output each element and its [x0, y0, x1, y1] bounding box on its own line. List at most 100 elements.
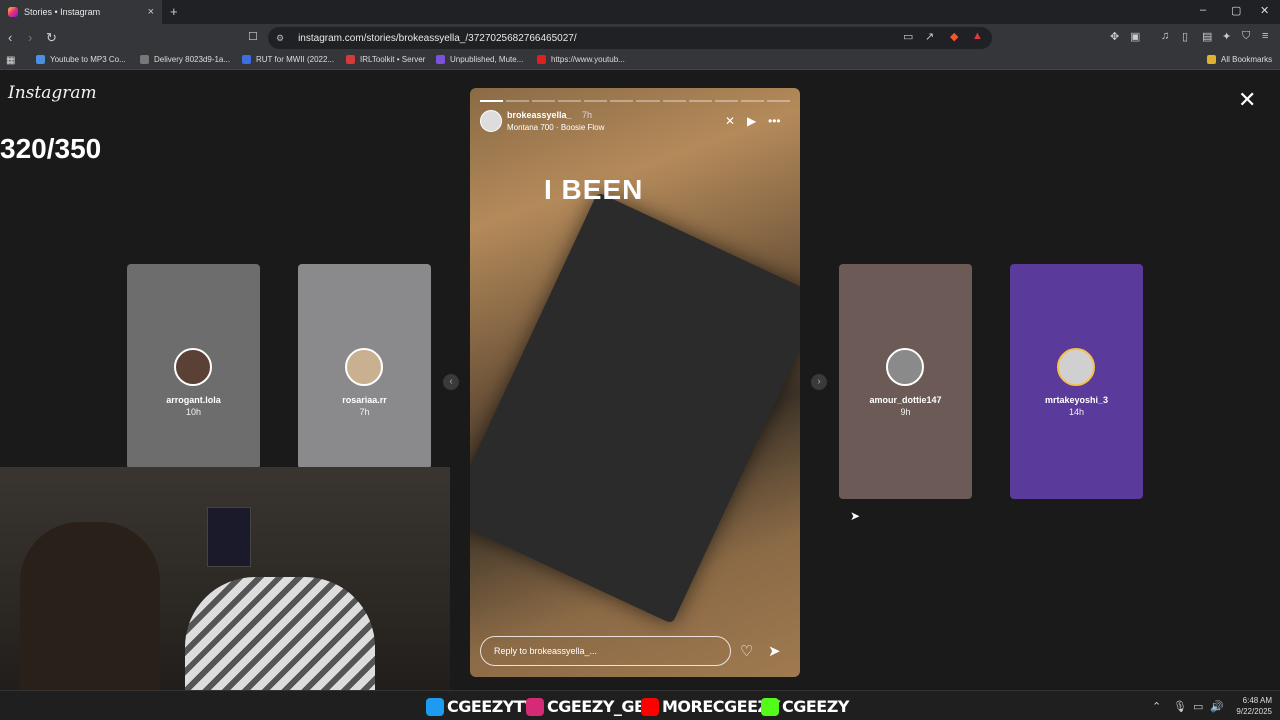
- leo-ai-icon[interactable]: ✦: [1222, 30, 1231, 43]
- story-avatar[interactable]: [480, 110, 502, 132]
- tab-instagram-stories[interactable]: Stories • Instagram ×: [0, 0, 162, 24]
- bookmark-label: https://www.youtub...: [551, 55, 625, 64]
- side-story-card[interactable]: rosariaa.rr 7h: [298, 264, 431, 469]
- bookmark-favicon-icon: [242, 55, 251, 64]
- omnibox[interactable]: ⚙ instagram.com/stories/brokeassyella_/3…: [268, 27, 992, 49]
- side-story-user: arrogant.lola: [166, 395, 221, 405]
- story-music[interactable]: Montana 700 · Boosie Flow: [507, 123, 604, 132]
- system-clock[interactable]: 6:48 AM 9/22/2025: [1226, 695, 1272, 717]
- side-story-time: 10h: [185, 407, 202, 417]
- all-bookmarks-button[interactable]: All Bookmarks: [1207, 55, 1272, 64]
- apps-grid-icon[interactable]: ▦: [6, 55, 15, 66]
- maximize-button[interactable]: ▢: [1231, 4, 1241, 17]
- bookmark-label: Unpublished, Mute...: [450, 55, 524, 64]
- avatar: [886, 348, 924, 386]
- tab-close-icon[interactable]: ×: [148, 6, 154, 18]
- bookmark-favicon-icon: [36, 55, 45, 64]
- side-story-time: 9h: [900, 407, 911, 417]
- side-story-time: 7h: [359, 407, 370, 417]
- reload-icon[interactable]: ↻: [46, 30, 57, 46]
- close-stories-icon[interactable]: ✕: [1238, 87, 1256, 113]
- address-toolbar: ‹ › ↻ ☐ ⚙ instagram.com/stories/brokeass…: [0, 24, 1280, 52]
- instagram-handle: CGEEZY_GBC: [526, 697, 658, 716]
- tray-overflow-icon[interactable]: ⌃: [1152, 700, 1161, 713]
- social-label: CGEEZY: [782, 697, 849, 716]
- story-overlay-text: I BEEN: [544, 174, 644, 205]
- bookmark-label: IRLToolkit • Server: [360, 55, 426, 64]
- minimize-button[interactable]: –: [1200, 4, 1206, 16]
- story-username[interactable]: brokeassyella_: [507, 110, 572, 120]
- side-story-user: mrtakeyoshi_3: [1044, 395, 1109, 405]
- instagram-logo[interactable]: Instagram: [8, 83, 97, 103]
- avatar: [345, 348, 383, 386]
- webcam-overlay: [0, 467, 450, 720]
- bookmark-favicon-icon: [140, 55, 149, 64]
- avatar: [174, 348, 212, 386]
- share-icon[interactable]: ↗: [925, 30, 934, 43]
- reply-input[interactable]: Reply to brokeassyella_...: [480, 636, 731, 666]
- folder-icon: [1207, 55, 1216, 64]
- side-story-card[interactable]: mrtakeyoshi_3 14h: [1010, 264, 1143, 499]
- bookmark-label: RUT for MWII (2022...: [256, 55, 335, 64]
- kick-handle: CGEEZY: [761, 697, 849, 716]
- vpn-icon[interactable]: ⛉: [1242, 30, 1250, 43]
- bookmark-icon[interactable]: ☐: [248, 30, 258, 43]
- url-text: instagram.com/stories/brokeassyella_/372…: [298, 32, 577, 44]
- previous-story-arrow-icon[interactable]: ‹: [443, 374, 459, 390]
- cast-icon[interactable]: ▭: [903, 30, 913, 43]
- twitter-handle: CGEEZYTV: [426, 697, 537, 716]
- kick-icon: [761, 697, 779, 716]
- bookmark-favicon-icon: [537, 55, 546, 64]
- bookmark-item[interactable]: IRLToolkit • Server: [346, 55, 425, 64]
- extensions-icon[interactable]: ✥: [1110, 30, 1119, 43]
- close-window-button[interactable]: ✕: [1260, 4, 1269, 17]
- taskbar: CGEEZYTV CGEEZY_GBC MORECGEEZY CGEEZY ⌃ …: [0, 690, 1280, 720]
- youtube-icon: [641, 697, 659, 716]
- microphone-icon[interactable]: 🎙: [1173, 700, 1187, 713]
- back-icon[interactable]: ‹: [8, 30, 12, 45]
- menu-icon[interactable]: ≡: [1262, 30, 1268, 42]
- like-heart-icon[interactable]: ♡: [740, 642, 753, 660]
- site-info-icon[interactable]: ⚙: [276, 33, 284, 44]
- more-options-icon[interactable]: •••: [768, 114, 781, 128]
- bookmark-favicon-icon: [436, 55, 445, 64]
- side-story-user: rosariaa.rr: [342, 395, 387, 405]
- bookmark-item[interactable]: https://www.youtub...: [537, 55, 625, 64]
- tab-search-icon[interactable]: ▣: [1130, 30, 1140, 43]
- play-icon[interactable]: ▶: [747, 114, 756, 128]
- forward-icon[interactable]: ›: [28, 30, 32, 45]
- side-story-card[interactable]: arrogant.lola 10h: [127, 264, 260, 469]
- mute-icon[interactable]: ✕: [725, 114, 735, 128]
- youtube-handle: MORECGEEZY: [641, 697, 780, 716]
- bookmark-item[interactable]: Youtube to MP3 Co...: [36, 55, 126, 64]
- active-story[interactable]: brokeassyella_ 7h Montana 700 · Boosie F…: [470, 88, 800, 677]
- new-tab-button[interactable]: +: [170, 4, 178, 19]
- story-time: 7h: [582, 110, 593, 120]
- media-icon[interactable]: ♫: [1161, 30, 1169, 42]
- brave-shield-icon[interactable]: ◆: [950, 30, 958, 43]
- clock-date: 9/22/2025: [1236, 707, 1272, 716]
- sidebar-icon[interactable]: ▯: [1182, 30, 1188, 43]
- twitter-icon: [426, 697, 444, 716]
- tab-title: Stories • Instagram: [24, 7, 101, 17]
- side-story-time: 14h: [1068, 407, 1085, 417]
- volume-icon[interactable]: 🔊: [1210, 700, 1224, 713]
- instagram-icon: [526, 697, 544, 716]
- rewards-icon[interactable]: ▲: [972, 30, 983, 42]
- send-icon[interactable]: ➤: [768, 642, 781, 660]
- social-label: CGEEZYTV: [447, 697, 537, 716]
- clock-time: 6:48 AM: [1242, 696, 1272, 705]
- bookmark-item[interactable]: RUT for MWII (2022...: [242, 55, 334, 64]
- mouse-cursor-icon: ➤: [850, 509, 861, 523]
- network-icon[interactable]: ▭: [1193, 700, 1203, 713]
- all-bookmarks-label: All Bookmarks: [1221, 55, 1273, 64]
- wallet-icon[interactable]: ▤: [1202, 30, 1212, 43]
- story-image: [470, 192, 800, 624]
- next-story-arrow-icon[interactable]: ›: [811, 374, 827, 390]
- bookmark-item[interactable]: Delivery 8023d9-1a...: [140, 55, 230, 64]
- tab-bar: Stories • Instagram × + – ▢ ✕: [0, 0, 1280, 24]
- bookmark-label: Youtube to MP3 Co...: [50, 55, 126, 64]
- bookmark-item[interactable]: Unpublished, Mute...: [436, 55, 523, 64]
- story-progress: [480, 100, 790, 102]
- side-story-card[interactable]: amour_dottie147 9h: [839, 264, 972, 499]
